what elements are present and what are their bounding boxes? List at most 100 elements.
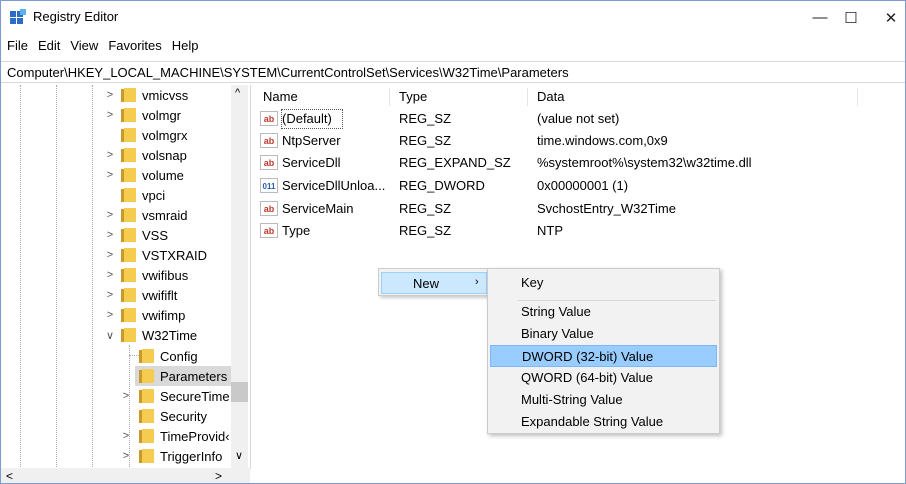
tree-item-volmgrx[interactable]: volmgrx [105, 125, 188, 145]
tree-item-label: vwifimp [142, 307, 186, 323]
table-row[interactable]: ab Type REG_SZ NTP [251, 221, 905, 241]
tree-item-vpci[interactable]: vpci [105, 185, 165, 205]
column-header-data[interactable]: Data [537, 89, 564, 104]
value-type: REG_DWORD [399, 178, 485, 193]
value-type: REG_SZ [399, 223, 452, 238]
tree-item-label: vwififlt [142, 287, 178, 303]
tree-item-vsmraid[interactable]: > vsmraid [105, 205, 188, 225]
tree-item-label: vpci [142, 187, 166, 203]
menu-item-multi-string-value[interactable]: Multi-String Value [490, 389, 717, 411]
context-menu-new[interactable]: New › [381, 272, 487, 294]
context-menu: New › [378, 268, 490, 296]
registry-editor-icon [10, 9, 26, 24]
tree-horizontal-scrollbar[interactable]: < > [1, 468, 250, 483]
table-row[interactable]: ab NtpServer REG_SZ time.windows.com,0x9 [251, 131, 905, 151]
collapse-chevron-icon[interactable]: ∨ [105, 329, 115, 342]
submenu-arrow-icon: › [475, 276, 479, 288]
menu-item-qword-value[interactable]: QWORD (64-bit) Value [490, 367, 717, 389]
close-button[interactable]: ✕ [868, 1, 905, 34]
menu-edit[interactable]: Edit [34, 36, 64, 55]
column-header-type[interactable]: Type [399, 89, 427, 104]
value-type: REG_EXPAND_SZ [399, 155, 511, 170]
tree-item-volsnap[interactable]: > volsnap [105, 145, 187, 165]
menu-help[interactable]: Help [168, 36, 203, 55]
folder-icon [139, 389, 154, 403]
string-value-icon: ab [260, 201, 278, 216]
tree-item-volmgr[interactable]: > volmgr [105, 105, 181, 125]
expand-chevron-icon[interactable]: > [105, 269, 115, 281]
folder-icon [121, 288, 136, 302]
expand-chevron-icon[interactable]: > [105, 309, 115, 321]
scroll-up-icon[interactable]: ^ [235, 87, 240, 99]
tree-item-securetime[interactable]: > SecureTime [121, 386, 230, 406]
menu-item-key[interactable]: Key [490, 272, 717, 294]
tree-item-timeproviders[interactable]: > TimeProvid‹ [121, 426, 230, 446]
menu-item-binary-value[interactable]: Binary Value [490, 323, 717, 345]
registry-editor-window: Registry Editor — ☐ ✕ File Edit View Favori… [0, 0, 906, 484]
tree-item-vwifibus[interactable]: > vwifibus [105, 265, 188, 285]
folder-icon [121, 228, 136, 242]
column-header-name[interactable]: Name [263, 89, 298, 104]
folder-icon [121, 248, 136, 262]
expand-chevron-icon[interactable]: > [105, 289, 115, 301]
tree-item-label: VSTXRAID [142, 247, 208, 263]
tree-item-label: Config [160, 348, 198, 364]
expand-chevron-icon[interactable]: > [105, 249, 115, 261]
expand-chevron-icon[interactable]: > [121, 390, 131, 402]
value-name: (Default) [282, 111, 332, 126]
menu-view[interactable]: View [66, 36, 102, 55]
expand-chevron-icon[interactable]: > [105, 169, 115, 181]
expand-chevron-icon[interactable]: > [105, 109, 115, 121]
table-row[interactable]: 011 ServiceDllUnloa... REG_DWORD 0x00000… [251, 176, 905, 196]
expand-chevron-icon[interactable]: > [121, 430, 131, 442]
value-data: (value not set) [537, 111, 620, 126]
tree-item-security[interactable]: Security [121, 406, 207, 426]
tree-item-vss[interactable]: > VSS [105, 225, 168, 245]
expand-chevron-icon[interactable]: > [105, 89, 115, 101]
folder-icon [121, 108, 136, 122]
tree-item-vwifimp[interactable]: > vwifimp [105, 305, 186, 325]
column-divider[interactable] [527, 88, 528, 106]
value-data: 0x00000001 (1) [537, 178, 629, 193]
menu-item-label: QWORD (64-bit) Value [521, 370, 653, 385]
tree-item-vmicvss[interactable]: > vmicvss [105, 85, 188, 105]
menu-item-label: Key [521, 275, 544, 290]
menu-item-dword-value[interactable]: DWORD (32-bit) Value [490, 345, 717, 367]
expand-chevron-icon[interactable]: > [105, 209, 115, 221]
column-divider[interactable] [857, 88, 858, 106]
tree-item-volume[interactable]: > volume [105, 165, 184, 185]
tree-item-vstxraid[interactable]: > VSTXRAID [105, 245, 207, 265]
tree-item-label: vmicvss [142, 87, 189, 103]
tree-item-config[interactable]: Config [121, 346, 198, 366]
tree-vertical-scrollbar[interactable]: ^ ∨ [231, 85, 248, 469]
folder-icon [121, 88, 136, 102]
menu-item-string-value[interactable]: String Value [490, 301, 717, 323]
scroll-left-icon[interactable]: < [6, 469, 13, 483]
tree-item-w32time[interactable]: ∨ W32Time [105, 325, 197, 345]
tree-item-label: volume [142, 167, 184, 183]
table-row[interactable]: ab ServiceDll REG_EXPAND_SZ %systemroot%… [251, 153, 905, 173]
tree-item-triggerinfo[interactable]: > TriggerInfo [121, 446, 223, 466]
menu-file[interactable]: File [3, 36, 32, 55]
menu-item-label: Binary Value [521, 326, 594, 341]
table-row[interactable]: ab ServiceMain REG_SZ SvchostEntry_W32Ti… [251, 199, 905, 219]
expand-chevron-icon[interactable]: > [121, 450, 131, 462]
menu-item-label: Multi-String Value [521, 392, 623, 407]
menu-favorites[interactable]: Favorites [104, 36, 165, 55]
table-row[interactable]: ab (Default) REG_SZ (value not set) [251, 109, 905, 129]
tree-guide-line [20, 85, 21, 469]
folder-icon [121, 328, 136, 342]
scroll-right-icon[interactable]: > [215, 469, 222, 483]
scroll-down-icon[interactable]: ∨ [235, 449, 243, 462]
column-divider[interactable] [389, 88, 390, 106]
tree-item-vwififlt[interactable]: > vwififlt [105, 285, 178, 305]
tree-guide-line [56, 85, 57, 469]
tree-scroll-thumb[interactable] [231, 382, 248, 402]
address-bar[interactable]: Computer\HKEY_LOCAL_MACHINE\SYSTEM\Curre… [1, 61, 905, 83]
menu-item-expandable-string-value[interactable]: Expandable String Value [490, 411, 717, 433]
tree-item-parameters[interactable]: Parameters [135, 366, 235, 386]
expand-chevron-icon[interactable]: > [105, 229, 115, 241]
expand-chevron-icon[interactable]: > [105, 149, 115, 161]
folder-icon [121, 308, 136, 322]
binary-value-icon: 011 [260, 178, 278, 193]
